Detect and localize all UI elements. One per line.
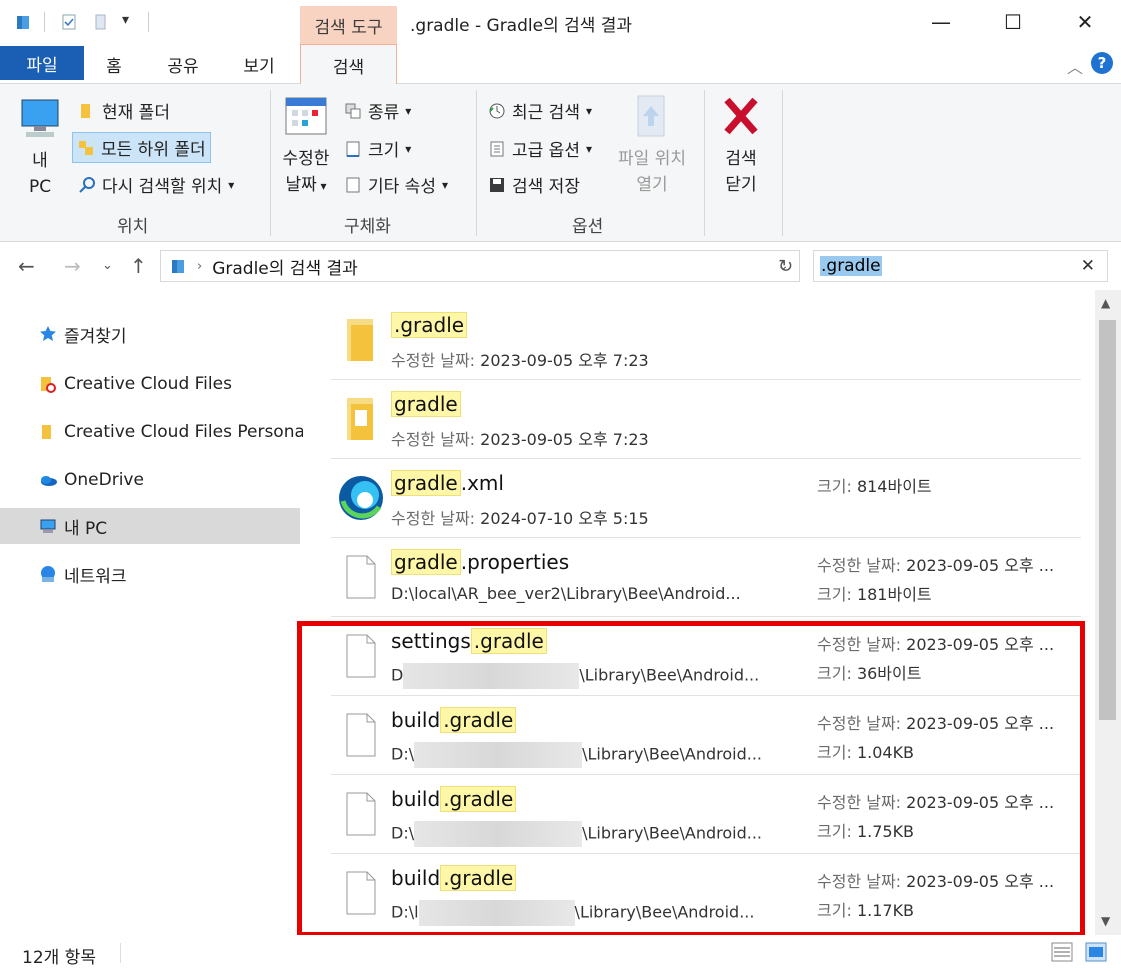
nav-item-creative-cloud-files-personal[interactable]: Creative Cloud Files Personal: [0, 414, 310, 450]
new-folder-icon[interactable]: [92, 13, 110, 31]
open-location-icon: [637, 95, 665, 137]
list-item[interactable]: gradle .properties D:\local\AR_bee_ver2\L…: [331, 538, 1081, 617]
search-query-text: .gradle: [820, 256, 882, 276]
vertical-scrollbar[interactable]: ▲ ▼: [1095, 290, 1121, 935]
back-arrow-icon[interactable]: ←: [18, 254, 35, 278]
forward-arrow-icon[interactable]: →: [64, 254, 81, 278]
status-bar: 12개 항목: [0, 935, 1121, 971]
recent-searches-icon: [489, 103, 505, 118]
up-arrow-icon[interactable]: ↑: [130, 254, 147, 278]
folder-app-icon: [17, 16, 29, 29]
quick-access-dropdown-icon[interactable]: ▾: [122, 12, 129, 28]
nav-item-network[interactable]: 네트워크: [0, 556, 300, 592]
ribbon-divider: [270, 90, 271, 236]
group-label-refine: 구체화: [344, 217, 391, 237]
help-icon[interactable]: ?: [1091, 52, 1113, 74]
address-bar-row: ← → ⌄ ↑ › Gradle의 검색 결과 ⌄ ↻ .gradle ✕: [0, 242, 1121, 290]
advanced-options-icon: [490, 141, 504, 156]
details-view-icon[interactable]: [1050, 941, 1074, 963]
minimize-button[interactable]: —: [918, 0, 964, 44]
navigation-pane: 즐겨찾기 Creative Cloud Files Creative Cloud…: [0, 290, 310, 935]
refresh-icon[interactable]: ↻: [778, 256, 793, 277]
advanced-options-dropdown[interactable]: 고급 옵션 ▾: [488, 136, 592, 161]
folder-icon: [347, 319, 373, 361]
large-icons-view-icon[interactable]: [1084, 941, 1108, 963]
computer-icon: [40, 519, 56, 533]
ribbon-tabs: 파일 홈 공유 보기 검색 ︿ ?: [0, 44, 1121, 85]
nav-item-this-pc[interactable]: 내 PC: [0, 508, 300, 544]
file-icon: [346, 555, 376, 599]
tab-search[interactable]: 검색: [300, 44, 397, 85]
nav-item-quick-access[interactable]: 즐겨찾기: [0, 316, 300, 352]
annotation-highlight-box: [297, 621, 1085, 937]
scroll-down-icon[interactable]: ▼: [1101, 914, 1110, 928]
list-item[interactable]: gradle 수정한 날짜: 2023-09-05 오후 7:23: [331, 380, 1081, 459]
recent-searches-dropdown[interactable]: 최근 검색 ▾: [488, 98, 592, 123]
properties-doc-icon: [346, 177, 360, 192]
calendar-icon: [285, 97, 327, 135]
date-modified-dropdown[interactable]: 수정한 날짜 ▾: [276, 94, 336, 199]
current-folder-button[interactable]: 현재 폴더: [78, 98, 170, 123]
other-properties-dropdown[interactable]: 기타 속성 ▾: [344, 172, 448, 197]
ribbon-divider: [704, 90, 705, 236]
list-item[interactable]: gradle .xml 수정한 날짜: 2024-07-10 오후 5:15 크기…: [331, 459, 1081, 538]
save-search-button[interactable]: 검색 저장: [488, 172, 580, 197]
close-button[interactable]: ✕: [1062, 0, 1108, 44]
item-count: 12개 항목: [22, 948, 96, 968]
group-label-location: 위치: [117, 217, 149, 237]
recent-locations-chevron-icon[interactable]: ⌄: [102, 258, 113, 273]
search-tools-context-tab: 검색 도구: [300, 6, 397, 44]
group-label-options: 옵션: [572, 217, 604, 237]
scroll-up-icon[interactable]: ▲: [1101, 296, 1110, 310]
address-box[interactable]: › Gradle의 검색 결과 ⌄: [160, 250, 800, 282]
folder-icon: [42, 425, 51, 439]
size-icon: [346, 141, 360, 157]
tab-file[interactable]: 파일: [0, 46, 84, 80]
ribbon-divider: [782, 90, 783, 236]
breadcrumb-path[interactable]: Gradle의 검색 결과: [212, 254, 358, 279]
title-bar: ▾ 검색 도구 .gradle - Gradle의 검색 결과 — ☐ ✕: [0, 0, 1121, 44]
creative-cloud-folder-icon: [41, 377, 56, 393]
clear-search-icon[interactable]: ✕: [1081, 256, 1095, 276]
kind-icon: [345, 103, 361, 118]
window-title: .gradle - Gradle의 검색 결과: [410, 16, 633, 36]
search-again-dropdown[interactable]: 다시 검색할 위치 ▾: [78, 172, 234, 197]
nav-item-onedrive[interactable]: OneDrive: [0, 462, 300, 498]
onedrive-cloud-icon: [41, 476, 57, 486]
close-search-button[interactable]: 검색 닫기: [712, 94, 770, 198]
ribbon-divider: [476, 90, 477, 236]
star-icon: [40, 326, 56, 341]
collapse-ribbon-icon[interactable]: ︿: [1067, 54, 1083, 78]
tab-view[interactable]: 보기: [234, 44, 284, 84]
tab-share[interactable]: 공유: [158, 44, 208, 84]
search-results-icon: [172, 260, 184, 273]
this-pc-button[interactable]: 내 PC: [14, 96, 66, 200]
maximize-button[interactable]: ☐: [990, 0, 1036, 44]
save-icon: [490, 177, 504, 192]
all-subfolders-button[interactable]: 모든 하위 폴더: [72, 132, 211, 163]
ribbon-search: 내 PC 현재 폴더 모든 하위 폴더 다시 검색할 위치 ▾ 위치 수정한 날짜…: [0, 84, 1121, 242]
breadcrumb-chevron-icon: ›: [197, 258, 203, 274]
search-input[interactable]: .gradle ✕: [813, 250, 1108, 282]
nav-item-creative-cloud-files[interactable]: Creative Cloud Files: [0, 366, 300, 402]
tab-home[interactable]: 홈: [94, 44, 134, 84]
edge-browser-icon: [339, 476, 383, 520]
subfolders-icon: [79, 140, 93, 155]
open-file-location-button[interactable]: 파일 위치 열기: [610, 94, 694, 198]
folder-icon: [347, 398, 373, 440]
properties-icon[interactable]: [60, 13, 78, 31]
size-dropdown[interactable]: 크기 ▾: [344, 136, 411, 161]
search-again-icon: [79, 176, 95, 193]
scrollbar-thumb[interactable]: [1099, 320, 1116, 720]
list-item[interactable]: .gradle 수정한 날짜: 2023-09-05 오후 7:23: [331, 301, 1081, 380]
red-x-icon: [724, 97, 758, 135]
computer-icon: [21, 99, 59, 137]
kind-dropdown[interactable]: 종류 ▾: [344, 98, 411, 123]
network-icon: [41, 566, 55, 582]
folder-icon: [81, 103, 90, 118]
